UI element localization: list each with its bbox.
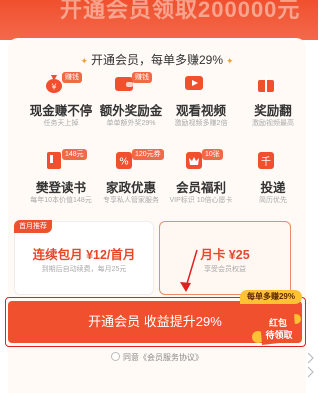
gift-icon xyxy=(254,72,278,94)
scroll-hint xyxy=(304,345,318,385)
benefit-tag: 148元 xyxy=(62,149,87,160)
plan-subtitle: 享受会员权益 xyxy=(204,266,246,273)
promo-header: ✦ 开通会员，每单多赚29% ✦ xyxy=(8,51,306,68)
svg-text:红包: 红包 xyxy=(269,317,287,329)
svg-text:%: % xyxy=(119,157,129,168)
red-envelope-icon[interactable]: 红包 待领取 xyxy=(250,307,302,349)
agreement-row[interactable]: 同意《会员服务协议》 xyxy=(8,352,306,363)
benefit-subtitle: VIP标识 10倍心愿卡 xyxy=(169,197,233,204)
banner-headline: 开通会员领取200000元 xyxy=(60,0,301,22)
benefit-subtitle: 激励视频最高 xyxy=(252,120,294,127)
benefit-tag: 120元券 xyxy=(132,149,164,160)
benefit-tag: 赚钱 xyxy=(132,72,152,83)
benefit-tag: 赚钱 xyxy=(62,72,82,83)
benefit-subtitle: 简历优先 xyxy=(259,197,287,204)
sparkle-icon: ✦ xyxy=(226,56,234,66)
plan-monthly-auto[interactable]: 首月推荐 连续包月 ¥12/首月 到期后自动续费，每月25元 xyxy=(14,220,154,295)
plan-badge: 首月推荐 xyxy=(14,220,52,233)
promo-text: 开通会员，每单多赚29% xyxy=(90,53,224,67)
top-banner: 开通会员领取200000元 xyxy=(0,0,318,40)
plan-monthly-card[interactable]: 月卡 ¥25 享受会员权益 xyxy=(159,221,291,295)
agreement-text[interactable]: 同意《会员服务协议》 xyxy=(123,353,203,362)
chevron-icon xyxy=(307,352,314,378)
benefit-title: 投递 xyxy=(260,181,286,195)
mail-icon: 千 xyxy=(254,149,278,171)
cta-badge: 每单多赚29% xyxy=(240,290,302,304)
benefit-title: 会员福利 xyxy=(175,181,226,195)
plan-subtitle: 到期后自动续费，每月25元 xyxy=(41,266,127,273)
membership-card: ✦ 开通会员，每单多赚29% ✦ ¥ 赚钱 现金赚不停 任务天上掉 赚钱 额外奖励金… xyxy=(5,38,306,393)
agreement-checkbox[interactable] xyxy=(111,352,120,361)
plan-title: 月卡 ¥25 xyxy=(200,248,250,262)
svg-text:¥: ¥ xyxy=(51,83,56,92)
benefit-tag: 10张 xyxy=(202,149,223,160)
benefit-title: 观看视频 xyxy=(175,104,226,118)
benefit-title: 奖励翻 xyxy=(254,104,292,118)
svg-text:千: 千 xyxy=(261,156,271,168)
benefit-subtitle: 激励视频多赚2倍 xyxy=(174,120,228,127)
svg-text:待领取: 待领取 xyxy=(265,329,293,341)
plan-title: 连续包月 ¥12/首月 xyxy=(32,248,136,262)
sparkle-icon: ✦ xyxy=(80,56,88,66)
video-icon xyxy=(182,72,206,94)
